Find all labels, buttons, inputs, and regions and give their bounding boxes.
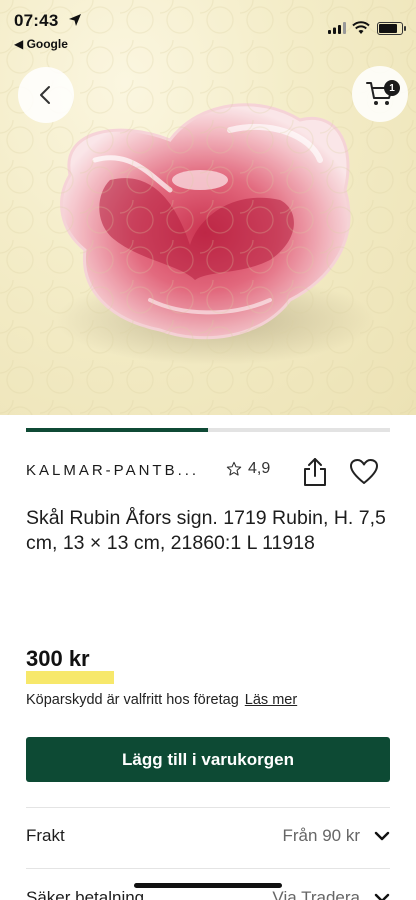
seller-name[interactable]: KALMAR-PANTB... <box>26 462 199 479</box>
status-time: 07:43 <box>14 11 59 30</box>
chevron-left-icon <box>40 86 50 104</box>
item-title: Skål Rubin Åfors sign. 1719 Rubin, H. 7,… <box>26 507 386 554</box>
shipping-label: Frakt <box>26 826 65 845</box>
price-highlight <box>26 671 114 684</box>
heart-icon <box>350 459 378 484</box>
chevron-down-icon <box>374 831 390 841</box>
product-image[interactable] <box>0 0 416 415</box>
star-icon <box>226 461 242 476</box>
quilt-background <box>0 0 416 415</box>
home-indicator <box>134 883 282 888</box>
share-button[interactable] <box>300 456 330 488</box>
rating-value: 4,9 <box>248 460 271 477</box>
battery-level <box>379 24 398 33</box>
buyer-protection: Köparskydd är valfritt hos företag Läs me… <box>26 692 297 708</box>
location-arrow-icon <box>69 14 81 26</box>
battery-icon <box>377 22 406 35</box>
cart-count-badge: 1 <box>384 80 400 96</box>
back-button[interactable] <box>18 67 74 123</box>
cart-button[interactable]: 1 <box>352 66 408 122</box>
share-icon <box>304 458 326 486</box>
buyer-protection-text: Köparskydd är valfritt hos företag <box>26 692 239 708</box>
shipping-value: Från 90 kr <box>282 826 360 845</box>
wifi-icon <box>352 21 370 34</box>
payment-value: Via Tradera <box>272 888 360 900</box>
image-gallery-progress-fill <box>26 428 208 432</box>
divider <box>26 868 390 869</box>
read-more-link[interactable]: Läs mer <box>245 692 297 708</box>
seller-rating[interactable]: 4,9 <box>226 460 270 478</box>
favorite-button[interactable] <box>348 456 380 488</box>
status-bar: 07:43 ◀ Google <box>0 0 416 56</box>
divider <box>26 807 390 808</box>
back-to-app-link[interactable]: ◀ Google <box>14 37 68 51</box>
item-price: 300 kr <box>26 646 90 671</box>
add-to-cart-button[interactable]: Lägg till i varukorgen <box>26 737 390 782</box>
chevron-down-icon <box>374 893 390 900</box>
shipping-row[interactable]: Frakt Från 90 kr <box>26 826 390 846</box>
payment-row[interactable]: Säker betalning Via Tradera <box>26 888 390 900</box>
cellular-signal-icon <box>328 22 346 34</box>
payment-label: Säker betalning <box>26 888 145 900</box>
image-gallery-progress <box>26 428 390 432</box>
price-block: 300 kr <box>26 646 114 684</box>
